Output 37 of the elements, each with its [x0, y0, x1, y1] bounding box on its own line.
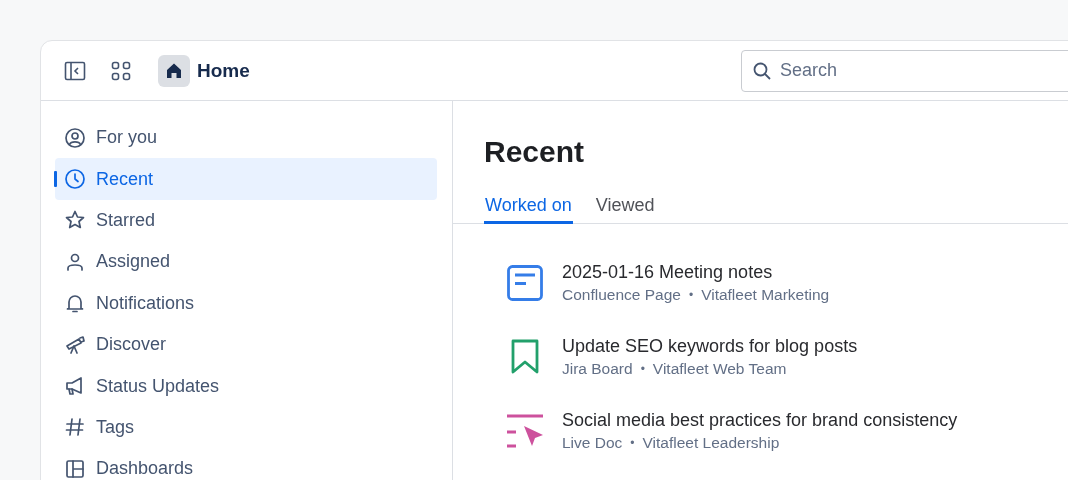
sidebar-item[interactable]: Notifications	[55, 282, 437, 324]
home-icon[interactable]	[158, 54, 190, 87]
sidebar-item[interactable]: Assigned	[55, 241, 437, 283]
sidebar-item[interactable]: Starred	[55, 199, 437, 242]
dashboard-icon	[64, 457, 86, 480]
tab[interactable]: Worked on	[484, 191, 573, 224]
app-grid-icon[interactable]	[110, 59, 132, 82]
search-field[interactable]: Search	[741, 49, 1068, 92]
page-icon	[507, 264, 543, 301]
separator-dot: •	[688, 287, 694, 302]
telescope-icon	[64, 333, 86, 356]
item-type: Live Doc	[562, 433, 623, 452]
item-space: Vitafleet Marketing	[701, 285, 830, 304]
item-title[interactable]: Update SEO keywords for blog posts	[562, 335, 858, 357]
sidebar-item[interactable]: Recent	[55, 158, 437, 200]
live-doc-icon	[507, 412, 543, 449]
item-title[interactable]: Social media best practices for brand consistency	[562, 409, 958, 431]
sidebar-item[interactable]: Tags	[55, 406, 437, 449]
item-title[interactable]: 2025-01-16 Meeting notes	[562, 261, 830, 283]
tab[interactable]: Viewed	[594, 191, 656, 224]
person-circle-icon	[64, 126, 86, 149]
clock-icon	[64, 168, 86, 191]
sidebar-item[interactable]: Status Updates	[55, 365, 437, 407]
item-space: Vitafleet Leadership	[642, 433, 780, 452]
sidebar-item[interactable]: Dashboards	[55, 448, 437, 480]
item-type: Jira Board	[562, 359, 633, 378]
section-heading: Recent	[484, 135, 586, 169]
sidebar-item[interactable]: For you	[55, 117, 437, 159]
sidebar-toggle-icon[interactable]	[64, 59, 86, 82]
hash-icon	[64, 416, 86, 439]
page-title: Home	[197, 59, 250, 82]
item-type: Confluence Page	[562, 285, 681, 304]
sidebar-item[interactable]: Discover	[55, 323, 437, 366]
item-space: Vitafleet Web Team	[652, 359, 787, 378]
separator-dot: •	[640, 361, 645, 376]
separator-dot: •	[630, 435, 635, 450]
bell-icon	[64, 292, 86, 315]
